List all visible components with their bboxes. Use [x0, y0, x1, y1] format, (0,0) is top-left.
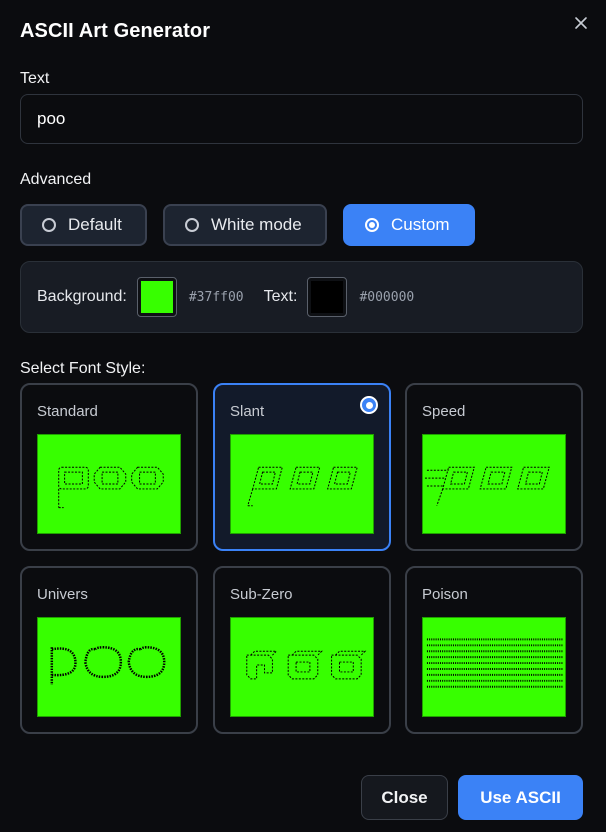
mode-label: White mode: [211, 215, 302, 234]
selected-radio-icon: [360, 396, 378, 414]
mode-white-button[interactable]: White mode: [163, 204, 327, 246]
advanced-label: Advanced: [20, 171, 92, 188]
ascii-preview: [230, 617, 374, 717]
font-card-standard[interactable]: Standard: [20, 383, 198, 551]
text-color-label: Text:: [263, 288, 298, 305]
font-name: Sub-Zero: [230, 586, 293, 603]
background-color-picker[interactable]: [136, 277, 177, 317]
font-name: Speed: [422, 403, 466, 420]
font-card-poison[interactable]: Poison: [405, 566, 583, 734]
custom-colors-panel: Background: #37ff00 Text: #000000: [20, 261, 583, 333]
ascii-preview: [37, 434, 181, 534]
font-card-univers[interactable]: Univers: [20, 566, 198, 734]
ascii-preview: [422, 434, 566, 534]
background-color-label: Background:: [37, 288, 127, 305]
font-card-slant[interactable]: Slant: [213, 383, 391, 551]
font-card-speed[interactable]: Speed: [405, 383, 583, 551]
mode-selector: Default White mode Custom: [20, 204, 475, 246]
mode-default-button[interactable]: Default: [20, 204, 147, 246]
text-swatch: [311, 281, 344, 313]
ascii-preview-speed: [424, 466, 550, 506]
dialog-title: ASCII Art Generator: [20, 20, 211, 42]
ascii-preview-univers: [50, 646, 166, 685]
mode-label: Default: [68, 215, 122, 234]
font-style-label: Select Font Style:: [20, 360, 146, 377]
close-button[interactable]: Close: [361, 775, 448, 820]
ascii-art-dialog: ASCII Art Generator Text Advanced Defaul…: [0, 0, 606, 832]
radio-checked-icon: [365, 218, 379, 232]
text-field-label: Text: [20, 70, 50, 87]
ascii-preview-standard: [58, 466, 164, 509]
font-name: Standard: [37, 403, 98, 420]
ascii-preview-poison: [426, 638, 564, 688]
font-card-sub-zero[interactable]: Sub-Zero: [213, 566, 391, 734]
close-icon[interactable]: [570, 12, 592, 34]
mode-label: Custom: [391, 215, 450, 234]
ascii-preview: [230, 434, 374, 534]
ascii-preview: [422, 617, 566, 717]
radio-unchecked-icon: [42, 218, 56, 232]
font-name: Univers: [37, 586, 88, 603]
ascii-preview-sub-zero: [246, 650, 367, 680]
mode-custom-button[interactable]: Custom: [343, 204, 475, 246]
text-color-picker[interactable]: [307, 277, 348, 317]
font-name: Slant: [230, 403, 265, 420]
text-input[interactable]: [20, 94, 583, 144]
background-hex: #37ff00: [188, 289, 244, 305]
text-hex: #000000: [359, 289, 415, 305]
use-ascii-button[interactable]: Use ASCII: [458, 775, 583, 820]
font-name: Poison: [422, 586, 468, 603]
ascii-preview: [37, 617, 181, 717]
background-swatch: [140, 281, 173, 313]
radio-unchecked-icon: [185, 218, 199, 232]
ascii-preview-slant: [247, 466, 358, 507]
